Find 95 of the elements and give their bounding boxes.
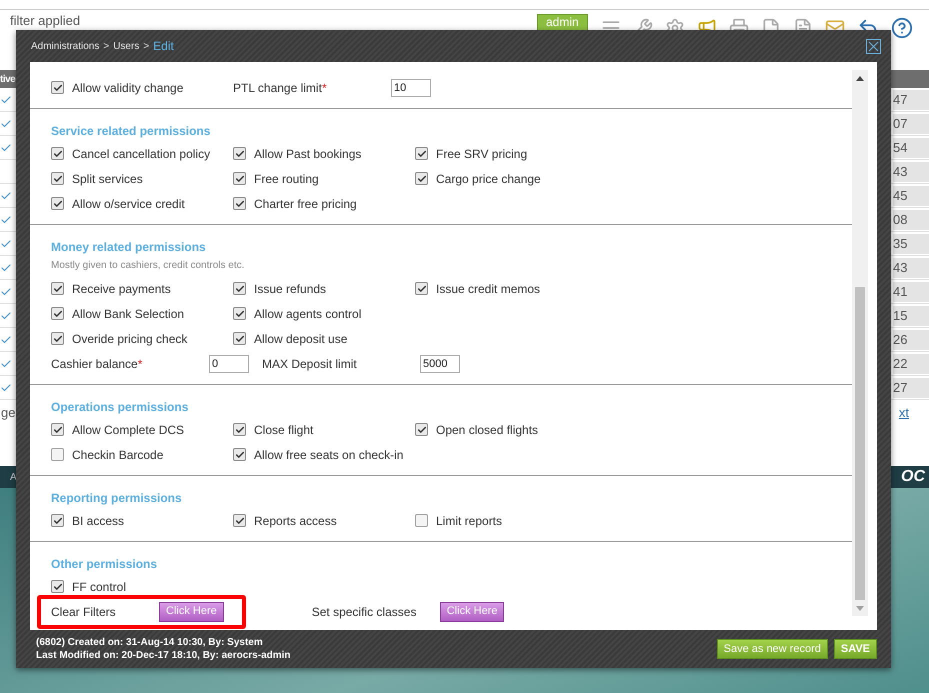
permission-label: Allow validity change	[72, 80, 184, 96]
breadcrumb-separator: >	[143, 40, 150, 54]
record-info: Last Modified on: 20-Dec-17 18:10, By: aerocrs-admin	[36, 649, 291, 662]
checkbox[interactable]	[233, 172, 246, 185]
checkbox[interactable]	[415, 514, 428, 527]
table-cell: 47	[893, 90, 929, 110]
section-title: Money related permissions	[51, 239, 207, 256]
permission-label: Charter free pricing	[254, 196, 357, 212]
permission-label: FF control	[72, 578, 126, 596]
action-label: Set specific classes	[312, 604, 418, 620]
permission-label: Free SRV pricing	[436, 146, 528, 162]
permission-label: Limit reports	[436, 512, 502, 530]
permission-label: Receive payments	[72, 280, 171, 298]
checkbox[interactable]	[51, 81, 64, 94]
checkbox[interactable]	[415, 282, 428, 295]
filter-status: filter applied	[10, 12, 82, 30]
permission-label: Allow agents control	[254, 306, 362, 322]
permission-label: Open closed flights	[436, 422, 538, 438]
table-cell: 45	[893, 186, 929, 206]
permission-label: Overide pricing check	[72, 330, 188, 348]
checkbox[interactable]	[233, 423, 246, 436]
checkbox[interactable]	[415, 423, 428, 436]
checkbox[interactable]	[51, 147, 64, 160]
checkbox[interactable]	[51, 580, 64, 593]
field-label: MAX Deposit limit	[262, 356, 358, 372]
permission-label: Issue credit memos	[436, 280, 540, 298]
checkbox[interactable]	[51, 448, 64, 461]
pager-text: ge	[1, 404, 16, 422]
permission-label: Allow o/service credit	[72, 196, 185, 212]
scroll-thumb[interactable]	[855, 287, 865, 600]
close-icon[interactable]	[866, 38, 881, 54]
permission-label: Issue refunds	[254, 280, 326, 298]
checkbox[interactable]	[51, 332, 64, 345]
pager-link[interactable]: xt	[898, 403, 909, 423]
checkbox[interactable]	[233, 307, 246, 320]
checkbox[interactable]	[51, 423, 64, 436]
permission-label: Cancel cancellation policy	[72, 146, 210, 162]
section-title: Service related permissions	[51, 123, 212, 140]
permission-label: Allow Complete DCS	[72, 422, 184, 438]
checkbox[interactable]	[233, 448, 246, 461]
checkbox[interactable]	[51, 307, 64, 320]
scroll-up-icon[interactable]	[856, 76, 864, 80]
table-cell: 43	[893, 258, 929, 278]
table-cell: 41	[893, 282, 929, 302]
input-field[interactable]: 5000	[420, 354, 460, 372]
scrollbar[interactable]	[852, 70, 868, 616]
permission-label: Allow Past bookings	[254, 146, 362, 162]
help-icon[interactable]	[891, 17, 913, 39]
breadcrumb-separator: >	[103, 40, 110, 54]
checkbox[interactable]	[415, 172, 428, 185]
permission-label: Allow free seats on check-in	[254, 446, 404, 464]
action-label: Clear Filters	[51, 604, 117, 620]
permission-label: Close flight	[254, 422, 314, 438]
field-label: PTL change limit*	[233, 80, 328, 96]
field-label: Cashier balance*	[51, 356, 144, 372]
input-field[interactable]: 0	[209, 354, 249, 372]
table-cell: 08	[893, 210, 929, 230]
record-info: (6802) Created on: 31-Aug-14 10:30, By: System	[36, 636, 264, 649]
checkbox[interactable]	[233, 332, 246, 345]
checkbox[interactable]	[51, 282, 64, 295]
logo-text: OC	[901, 467, 925, 487]
checkbox[interactable]	[233, 147, 246, 160]
breadcrumb-item: Edit	[153, 38, 174, 55]
permission-label: Checkin Barcode	[72, 446, 164, 464]
table-cell: 22	[893, 354, 929, 374]
table-cell: 27	[893, 378, 929, 398]
permission-label: Reports access	[254, 512, 337, 530]
checkbox[interactable]	[233, 514, 246, 527]
band-text: A	[10, 470, 17, 484]
table-cell: 07	[893, 114, 929, 134]
checkbox[interactable]	[51, 197, 64, 210]
breadcrumb-item[interactable]: Users	[113, 38, 140, 54]
permission-label: BI access	[72, 512, 124, 530]
permission-label: Split services	[72, 170, 143, 188]
section-subtitle: Mostly given to cashiers, credit controls etc.	[51, 259, 246, 273]
user-badge: admin	[537, 14, 588, 30]
breadcrumb-item[interactable]: Administrations	[31, 38, 100, 54]
checkbox[interactable]	[415, 147, 428, 160]
table-cell: 15	[893, 306, 929, 326]
section-title: Other permissions	[51, 556, 158, 573]
table-cell: 54	[893, 138, 929, 158]
section-title: Reporting permissions	[51, 490, 183, 507]
permission-label: Free routing	[254, 170, 319, 188]
checkbox[interactable]	[51, 172, 64, 185]
table-cell: 43	[893, 162, 929, 182]
permission-label: Cargo price change	[436, 170, 541, 188]
permission-label: Allow deposit use	[254, 330, 348, 348]
input-field[interactable]: 10	[391, 78, 431, 96]
table-cell: 26	[893, 330, 929, 350]
section-title: Operations permissions	[51, 399, 190, 416]
checkbox[interactable]	[51, 514, 64, 527]
checkbox[interactable]	[233, 282, 246, 295]
table-cell: 35	[893, 234, 929, 254]
checkbox[interactable]	[233, 197, 246, 210]
permission-label: Allow Bank Selection	[72, 306, 184, 322]
